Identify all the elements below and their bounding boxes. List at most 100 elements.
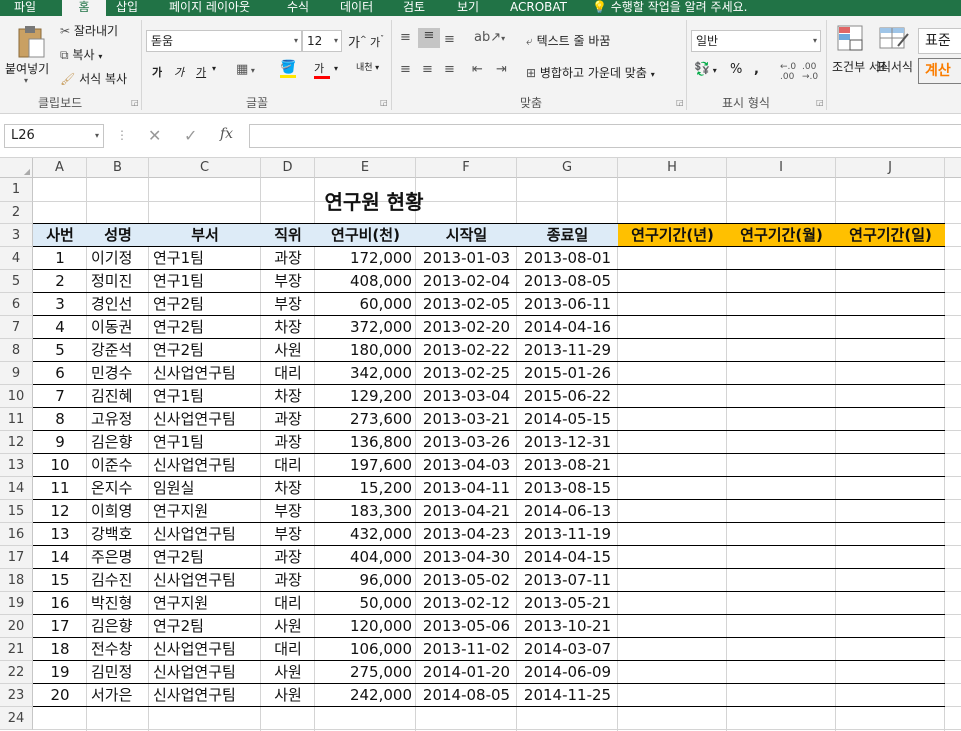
align-right-icon[interactable]: ≡ <box>444 62 455 77</box>
row-header-24[interactable]: 24 <box>0 707 33 730</box>
cell-dept[interactable]: 연구지원 <box>149 592 261 615</box>
increase-decimal-icon[interactable]: ←.0.00 <box>780 62 796 82</box>
header-cell-g[interactable]: 종료일 <box>517 224 618 247</box>
tab-view[interactable]: 보기 <box>457 0 479 16</box>
cell-end-date[interactable]: 2014-06-09 <box>517 661 618 684</box>
cell-name[interactable]: 정미진 <box>87 270 149 293</box>
cell-budget[interactable]: 136,800 <box>315 431 416 454</box>
accounting-format-icon[interactable]: 💱 ▾ <box>694 62 717 77</box>
increase-indent-icon[interactable]: ⇥ <box>496 62 507 77</box>
row-header-2[interactable]: 2 <box>0 202 33 224</box>
cell-end-date[interactable]: 2013-12-31 <box>517 431 618 454</box>
header-cell-c[interactable]: 부서 <box>149 224 261 247</box>
cell-start-date[interactable]: 2013-03-26 <box>416 431 517 454</box>
cell-budget[interactable]: 129,200 <box>315 385 416 408</box>
cell-position[interactable]: 과장 <box>261 569 315 592</box>
cell-name[interactable]: 김민정 <box>87 661 149 684</box>
cell-start-date[interactable]: 2013-05-02 <box>416 569 517 592</box>
row-header-9[interactable]: 9 <box>0 362 33 385</box>
orientation-icon[interactable]: ab↗▾ <box>474 30 505 45</box>
cell-start-date[interactable]: 2013-02-22 <box>416 339 517 362</box>
cell-dept[interactable]: 연구1팀 <box>149 270 261 293</box>
cell-start-date[interactable]: 2014-08-05 <box>416 684 517 707</box>
cell-end-date[interactable]: 2015-06-22 <box>517 385 618 408</box>
cut-button[interactable]: ✂ 잘라내기 <box>60 22 118 39</box>
cell-name[interactable]: 김은향 <box>87 431 149 454</box>
row-header-20[interactable]: 20 <box>0 615 33 638</box>
tab-file[interactable]: 파일 <box>14 0 36 16</box>
cell-id[interactable]: 18 <box>33 638 87 661</box>
cell-id[interactable]: 4 <box>33 316 87 339</box>
chevron-down-icon[interactable]: ▾ <box>24 76 28 85</box>
cell-name[interactable]: 이동권 <box>87 316 149 339</box>
fill-color-icon[interactable]: 🪣 <box>280 60 296 78</box>
cell-position[interactable]: 차장 <box>261 477 315 500</box>
row-header-17[interactable]: 17 <box>0 546 33 569</box>
cell-budget[interactable]: 15,200 <box>315 477 416 500</box>
cell-id[interactable]: 12 <box>33 500 87 523</box>
cell-dept[interactable]: 연구1팀 <box>149 247 261 270</box>
bold-button[interactable]: 가 <box>152 64 162 80</box>
cell-budget[interactable]: 106,000 <box>315 638 416 661</box>
cell-dept[interactable]: 연구2팀 <box>149 615 261 638</box>
format-painter-button[interactable]: 🖌 서식 복사 <box>60 70 127 87</box>
cell-budget[interactable]: 273,600 <box>315 408 416 431</box>
tab-acrobat[interactable]: ACROBAT <box>510 0 567 16</box>
cell-end-date[interactable]: 2013-10-21 <box>517 615 618 638</box>
header-cell-f[interactable]: 시작일 <box>416 224 517 247</box>
cell-dept[interactable]: 신사업연구팀 <box>149 362 261 385</box>
row-header-14[interactable]: 14 <box>0 477 33 500</box>
dialog-launcher-icon[interactable]: ◲ <box>816 98 824 107</box>
cell-start-date[interactable]: 2013-02-05 <box>416 293 517 316</box>
cell-budget[interactable]: 60,000 <box>315 293 416 316</box>
cell-position[interactable]: 사원 <box>261 615 315 638</box>
cell-end-date[interactable]: 2014-11-25 <box>517 684 618 707</box>
column-header-c[interactable]: C <box>149 158 261 178</box>
cell-end-date[interactable]: 2013-07-11 <box>517 569 618 592</box>
align-left-icon[interactable]: ≡ <box>400 62 411 77</box>
conditional-format-button[interactable]: 조건부 서식 <box>832 60 891 75</box>
cell-position[interactable]: 사원 <box>261 661 315 684</box>
cell-position[interactable]: 부장 <box>261 293 315 316</box>
cell-position[interactable]: 과장 <box>261 546 315 569</box>
cell-dept[interactable]: 연구1팀 <box>149 385 261 408</box>
cell-start-date[interactable]: 2013-11-02 <box>416 638 517 661</box>
row-header-5[interactable]: 5 <box>0 270 33 293</box>
chevron-down-icon[interactable]: ▾ <box>212 64 216 73</box>
cell-end-date[interactable]: 2013-11-19 <box>517 523 618 546</box>
cell-end-date[interactable]: 2013-08-05 <box>517 270 618 293</box>
row-header-10[interactable]: 10 <box>0 385 33 408</box>
paste-label[interactable]: 붙여넣기 <box>5 60 49 77</box>
cell-dept[interactable]: 연구2팀 <box>149 316 261 339</box>
cell-id[interactable]: 10 <box>33 454 87 477</box>
cell-end-date[interactable]: 2013-08-15 <box>517 477 618 500</box>
row-header-1[interactable]: 1 <box>0 178 33 202</box>
cell-end-date[interactable]: 2013-08-21 <box>517 454 618 477</box>
dialog-launcher-icon[interactable]: ◲ <box>131 98 139 107</box>
increase-font-icon[interactable]: 가^ <box>348 32 367 51</box>
decrease-indent-icon[interactable]: ⇤ <box>472 62 483 77</box>
cell-name[interactable]: 박진형 <box>87 592 149 615</box>
select-all-button[interactable]: ◢ <box>0 158 33 178</box>
row-header-16[interactable]: 16 <box>0 523 33 546</box>
cell-id[interactable]: 5 <box>33 339 87 362</box>
cell-id[interactable]: 2 <box>33 270 87 293</box>
dialog-launcher-icon[interactable]: ◲ <box>380 98 388 107</box>
cell-budget[interactable]: 275,000 <box>315 661 416 684</box>
cell-budget[interactable]: 342,000 <box>315 362 416 385</box>
column-header-b[interactable]: B <box>87 158 149 178</box>
percent-style-button[interactable]: % <box>730 62 742 77</box>
cell-position[interactable]: 사원 <box>261 339 315 362</box>
font-name-select[interactable]: 돋움 ▾ <box>146 30 302 52</box>
cell-dept[interactable]: 신사업연구팀 <box>149 661 261 684</box>
cell-id[interactable]: 11 <box>33 477 87 500</box>
cell-dept[interactable]: 신사업연구팀 <box>149 454 261 477</box>
cell-name[interactable]: 김수진 <box>87 569 149 592</box>
cell-position[interactable]: 부장 <box>261 270 315 293</box>
cell-end-date[interactable]: 2013-08-01 <box>517 247 618 270</box>
column-header-f[interactable]: F <box>416 158 517 178</box>
cell-dept[interactable]: 신사업연구팀 <box>149 408 261 431</box>
cell-name[interactable]: 서가은 <box>87 684 149 707</box>
cell-name[interactable]: 김은향 <box>87 615 149 638</box>
cell-start-date[interactable]: 2013-04-03 <box>416 454 517 477</box>
